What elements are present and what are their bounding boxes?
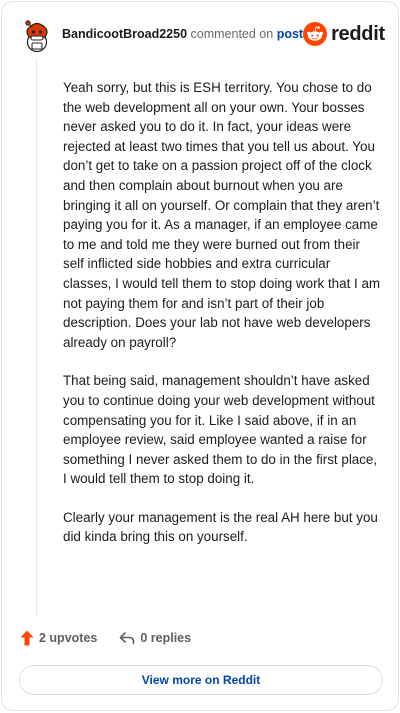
comment-paragraph: Yeah sorry, but this is ESH territory. Y… [63, 80, 381, 350]
upvote-count: 2 upvotes [39, 631, 98, 645]
reply-button[interactable]: 0 replies [119, 631, 191, 645]
comment-header: BandicootBroad2250 commented on post red… [20, 16, 385, 52]
upvote-arrow-icon [20, 630, 34, 646]
comment-paragraph: Clearly your management is the real AH h… [63, 509, 378, 545]
comment-body: Yeah sorry, but this is ESH territory. Y… [63, 78, 381, 566]
comment-footer: 2 upvotes 0 replies [20, 630, 213, 646]
view-more-on-reddit-button[interactable]: View more on Reddit [19, 665, 383, 695]
action-text: commented on [190, 27, 274, 41]
thread-line [36, 58, 37, 616]
reddit-logo-icon [303, 22, 328, 46]
reply-arrow-icon [120, 632, 135, 645]
embedded-comment-card: BandicootBroad2250 commented on post red… [1, 1, 399, 711]
reddit-wordmark: reddit [331, 22, 385, 45]
snoo-avatar-icon[interactable] [20, 16, 54, 52]
reply-count: 0 replies [140, 631, 192, 645]
comment-paragraph: That being said, management shouldn’t ha… [63, 373, 378, 487]
upvote-button[interactable]: 2 upvotes [20, 630, 97, 646]
comment-byline: BandicootBroad2250 commented on post [62, 27, 303, 41]
reddit-logo[interactable]: reddit [303, 22, 385, 46]
author-username[interactable]: BandicootBroad2250 [62, 27, 187, 41]
post-link[interactable]: post [277, 27, 303, 41]
